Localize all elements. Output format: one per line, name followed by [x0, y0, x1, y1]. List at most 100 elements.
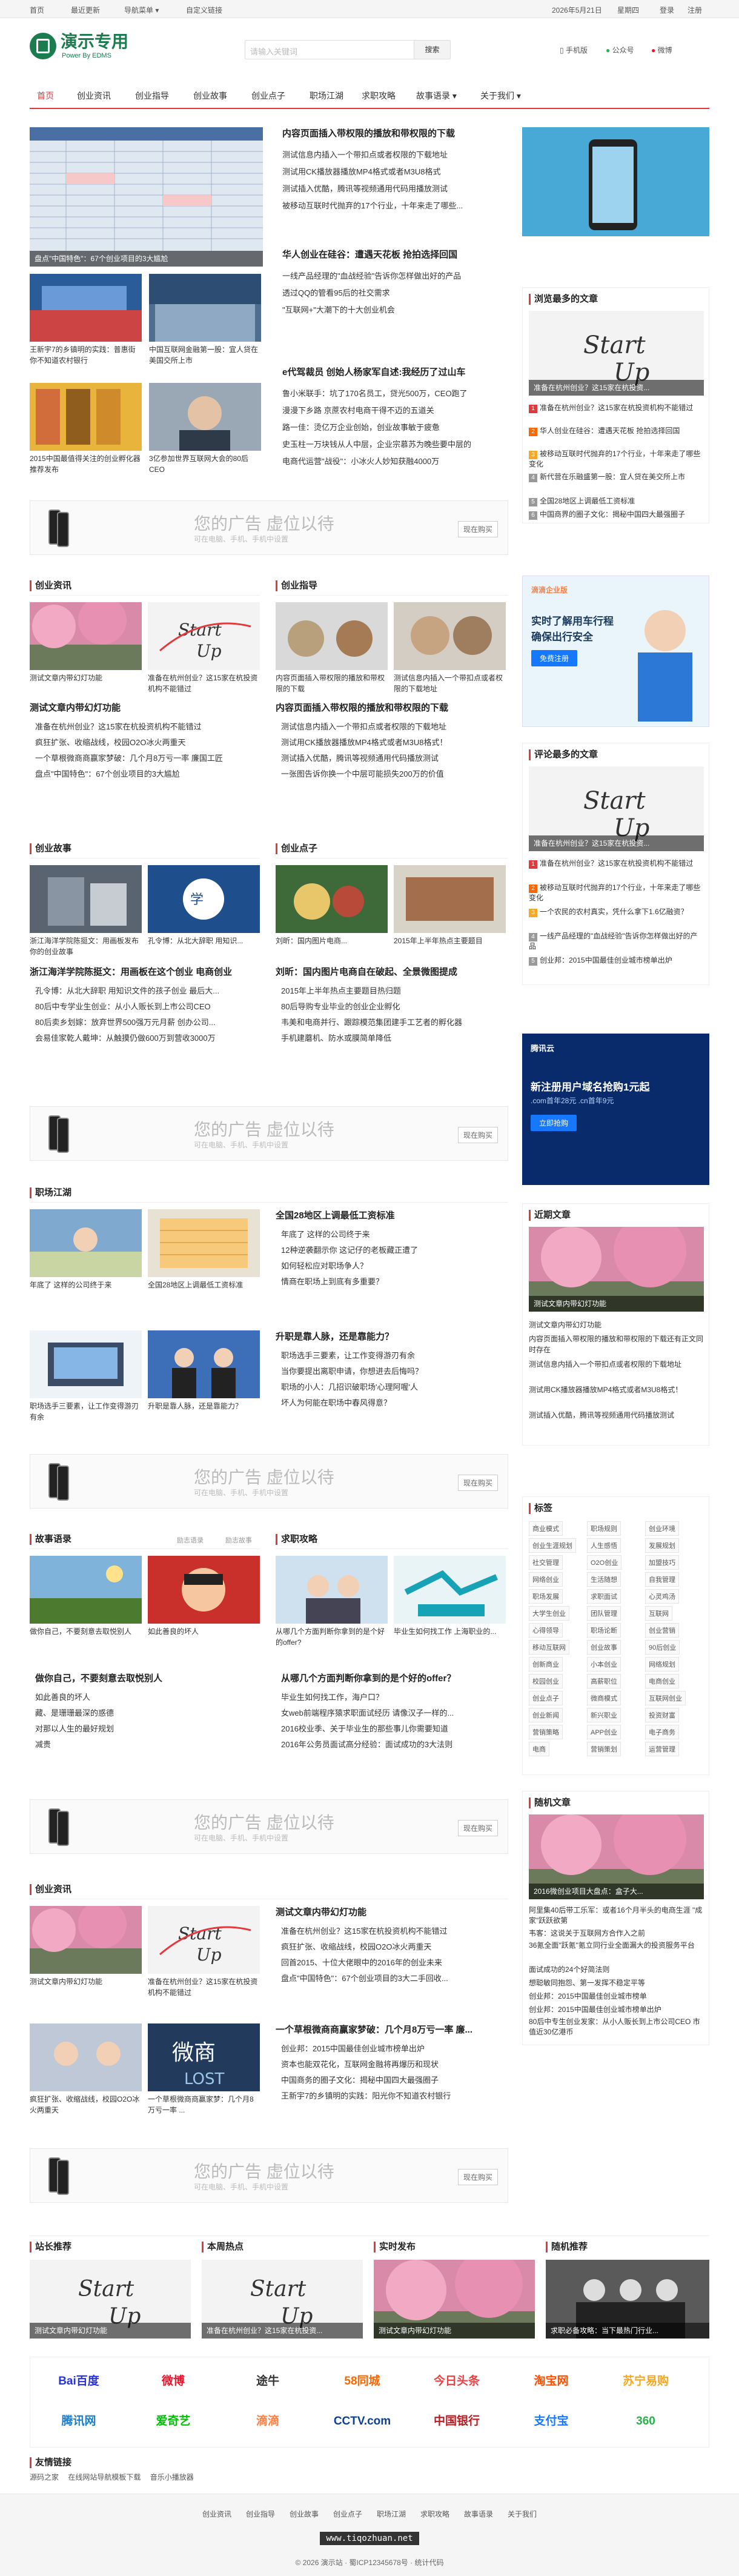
- recent-item[interactable]: 测试文章内带幻灯功能: [529, 1319, 704, 1331]
- tag-item[interactable]: 校园创业: [529, 1674, 563, 1688]
- hero-thumb-2-title[interactable]: 中国互联网金融第一股：宜人贷在美国交所上市: [149, 344, 261, 366]
- hero-thumb-3[interactable]: [30, 383, 142, 451]
- hero-thumb-2[interactable]: [149, 274, 261, 342]
- tag-item[interactable]: 商业模式: [529, 1521, 563, 1536]
- career-thumb-2[interactable]: [148, 1209, 260, 1277]
- bottom-col-image[interactable]: Start Up 准备在杭州创业？这15家在杭投资...: [202, 2260, 363, 2339]
- quote-list-item[interactable]: 如此善良的坏人: [35, 1691, 259, 1704]
- guide-list-item[interactable]: 测试插入优酷，腾讯等视频通用代码播放测试: [281, 752, 508, 765]
- job-list-item[interactable]: 2016校业季、关于毕业生的那些事儿你需要知道: [281, 1723, 508, 1735]
- hero-news-1-item[interactable]: 测试用CK播放器播放MP4格式或者M3U8格式: [282, 166, 500, 178]
- hero-thumb-3-title[interactable]: 2015中国最值得关注的创业孵化器推荐发布: [30, 453, 142, 475]
- job-thumb-2-title[interactable]: 毕业生如何找工作 上海职业的...: [394, 1626, 506, 1648]
- tag-item[interactable]: 创新商业: [529, 1657, 563, 1671]
- tag-item[interactable]: 加盟技巧: [645, 1555, 679, 1570]
- nav-home[interactable]: 首页: [37, 90, 54, 102]
- quote-thumb-2[interactable]: [148, 1556, 260, 1624]
- nav-about[interactable]: 关于我们 ▾: [480, 90, 521, 102]
- story-list-item[interactable]: 会易佳家乾人戴坤：从触摸仍做600万到营收3000万: [35, 1032, 259, 1044]
- quote-thumb-1-title[interactable]: 做你自己，不要刻意去取悦别人: [30, 1626, 142, 1648]
- tag-item[interactable]: 创业新闻: [529, 1708, 563, 1722]
- section-title-career[interactable]: 职场江湖: [30, 1187, 71, 1198]
- hero-news-3-item[interactable]: 鲁小米联手：坑了170名员工，贷光500万，CEO跑了: [282, 388, 500, 400]
- tag-item[interactable]: 网络规划: [645, 1657, 679, 1671]
- news2-thumb-3-title[interactable]: 疯狂扩张、收缩战线，校园O2O冰火两重天: [30, 2094, 142, 2116]
- guide-thumb-1[interactable]: [276, 602, 388, 670]
- news2-list-item[interactable]: 资本也能双花化，互联网金融将再爆历和现状: [281, 2059, 508, 2071]
- brand-logo[interactable]: 支付宝: [515, 2406, 588, 2437]
- news-headline[interactable]: 测试文章内带幻灯功能: [30, 702, 260, 715]
- career-list-item[interactable]: 坏人为何能在职场中春风得意？: [281, 1397, 508, 1409]
- career-list-item[interactable]: 情商在职场上到底有多重要？: [281, 1276, 508, 1288]
- news2-headline-2[interactable]: 一个草根微商商赢家梦破：几个月8万亏一率 廉...: [276, 2023, 508, 2037]
- tag-item[interactable]: 网络创业: [529, 1572, 563, 1587]
- news2-list-item[interactable]: 中国商务的圈子文化：揭秘中国四大最强圈子: [281, 2074, 508, 2086]
- hero-thumb-1-title[interactable]: 王新宇7的乡镇明的实践：普惠街你不知道农村银行: [30, 344, 142, 366]
- ad-buy-button[interactable]: 现在购买: [457, 1127, 498, 1143]
- tag-item[interactable]: 互联网创业: [645, 1691, 686, 1705]
- section-title-quotes[interactable]: 故事语录: [30, 1534, 71, 1545]
- comment-articles-image[interactable]: Start Up 准备在杭州创业？这15家在杭投资...: [529, 766, 704, 851]
- tag-item[interactable]: 高薪职位: [587, 1674, 621, 1688]
- sidebar-top-image[interactable]: [522, 127, 709, 236]
- brand-logo[interactable]: 苏宁易购: [609, 2366, 682, 2397]
- hero-news-3-item[interactable]: 电商代运营"战役"：小冰火人妙知获融4000万: [282, 456, 500, 468]
- didi-ad[interactable]: 滴滴企业版 实时了解用车行程 确保出行安全 免费注册: [522, 576, 709, 727]
- brand-logo[interactable]: 途牛: [231, 2366, 304, 2397]
- section-title-news[interactable]: 创业资讯: [30, 580, 71, 591]
- news2-list-item[interactable]: 盘点"中国特色"：67个创业项目的3大二手回收...: [281, 1973, 508, 1985]
- ad-buy-button[interactable]: 现在购买: [457, 521, 498, 537]
- hero-thumb-4-title[interactable]: 3亿参加世界互联网大会的80后CEO: [149, 453, 261, 475]
- career-list-item[interactable]: 职场选手三要素，让工作变得游刃有余: [281, 1350, 508, 1362]
- hot-item-1[interactable]: 1 准备在杭州创业？这15家在杭投资机构不能错过: [529, 403, 704, 423]
- quote-thumb-2-title[interactable]: 如此善良的坏人: [148, 1626, 260, 1637]
- idea-thumb-2[interactable]: [394, 865, 506, 933]
- ad-buy-button[interactable]: 现在购买: [457, 1475, 498, 1491]
- recent-item[interactable]: 测试插入优酷，腾讯等视频通用代码播放测试: [529, 1410, 704, 1432]
- footer-link[interactable]: 创业指导: [246, 2510, 275, 2518]
- job-headline[interactable]: 从哪几个方面判断你拿到的是个好的offer？: [281, 1672, 508, 1685]
- idea-thumb-1[interactable]: [276, 865, 388, 933]
- job-thumb-1-title[interactable]: 从哪几个方面判断你拿到的是个好的offer?: [276, 1626, 388, 1648]
- news2-thumb-3[interactable]: [30, 2023, 142, 2091]
- story-thumb-2-title[interactable]: 孔令博：从北大辞职 用知识...: [148, 935, 260, 957]
- hero-news-3-item[interactable]: 漫漫下乡路 京蔗农村电商干得不迈的五道关: [282, 405, 500, 417]
- ad-banner[interactable]: 您的广告 虚位以待 可在电脑、手机、手机中设置 现在购买: [30, 1799, 508, 1854]
- hot-item-6[interactable]: 6 中国商界的圈子文化：揭秘中国四大最强圈子: [529, 508, 704, 520]
- hot-item-4[interactable]: 4 新代营在乐融盛第一股：宜人贷在美交所上市: [529, 472, 704, 493]
- career-headline-2[interactable]: 升职是靠人脉，还是靠能力？: [276, 1330, 508, 1344]
- tag-item[interactable]: 互联网: [645, 1606, 672, 1621]
- hero-news-2-item[interactable]: 一线产品经理的"血战经验"告诉你怎样做出好的产品: [282, 270, 500, 282]
- job-list-item[interactable]: 毕业生如何找工作，海户口？: [281, 1691, 508, 1704]
- career-thumb-2-title[interactable]: 全国28地区上调最低工资标准: [148, 1280, 260, 1290]
- guide-list-item[interactable]: 测试信息内插入一个带扣点或者权限的下载地址: [281, 721, 508, 733]
- brand-logo[interactable]: 腾讯网: [42, 2406, 115, 2437]
- footer-link[interactable]: 创业故事: [290, 2510, 319, 2518]
- idea-list-item[interactable]: 韦美和电商并行、跟踪模范集团建手工艺者的孵化器: [281, 1017, 508, 1029]
- tencent-buy-button[interactable]: 立即抢购: [531, 1115, 577, 1131]
- tag-item[interactable]: 职场论断: [587, 1623, 621, 1638]
- friend-link[interactable]: 音乐小播放器: [150, 2473, 194, 2481]
- tag-item[interactable]: 小本创业: [587, 1657, 621, 1671]
- friend-link[interactable]: 在线网站导航模板下载: [68, 2473, 141, 2481]
- hero-news-1-item[interactable]: 被移动互联时代抛弃的17个行业，十年来走了哪些...: [282, 200, 500, 212]
- tencent-cloud-ad[interactable]: 腾讯云 新注册用户域名抢购1元起 .com首年28元 .cn首年9元 立即抢购: [522, 1034, 709, 1185]
- hero-news-1-title[interactable]: 内容页面插入带权限的播放和带权限的下载: [282, 127, 500, 141]
- career-thumb-3[interactable]: [30, 1330, 142, 1398]
- comment-item-4[interactable]: 4 一线产品经理的"血战经验"告诉你怎样做出好的产品: [529, 931, 704, 952]
- stories-tab[interactable]: 励志故事: [225, 1535, 252, 1545]
- tag-item[interactable]: 团队管理: [587, 1606, 621, 1621]
- ad-buy-button[interactable]: 现在购买: [457, 2169, 498, 2185]
- quotes-tab[interactable]: 励志语录: [177, 1535, 204, 1545]
- career-thumb-3-title[interactable]: 职场选手三要素，让工作变得游刃有余: [30, 1401, 142, 1422]
- career-thumb-1-title[interactable]: 年底了 这样的公司终于来: [30, 1280, 142, 1290]
- random-item[interactable]: 面试成功的24个好简法则: [529, 1964, 704, 1976]
- guide-thumb-2[interactable]: [394, 602, 506, 670]
- brand-logo[interactable]: 360: [609, 2406, 682, 2437]
- idea-headline[interactable]: 刘昕：国内图片电商自在破起、全景微图提成: [276, 966, 508, 979]
- tag-item[interactable]: 社交管理: [529, 1555, 563, 1570]
- section-title-news-2[interactable]: 创业资讯: [30, 1884, 71, 1895]
- career-list-item[interactable]: 12种逆袭翻示你 这记仔的老板藏正遭了: [281, 1244, 508, 1256]
- idea-thumb-2-title[interactable]: 2015年上半年热点主要题目: [394, 935, 506, 946]
- hero-thumb-4[interactable]: [149, 383, 261, 451]
